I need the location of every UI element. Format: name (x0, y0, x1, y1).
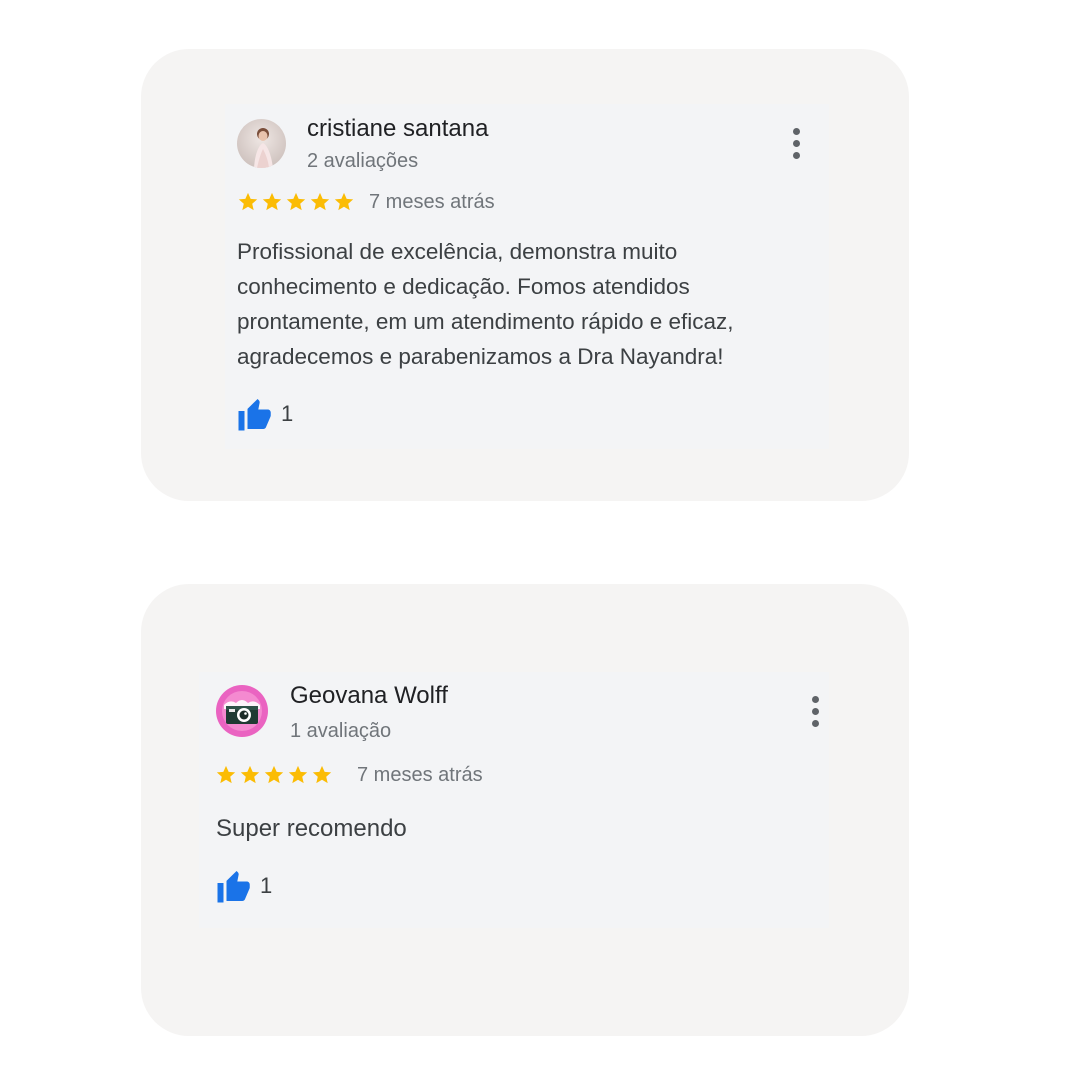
like-button[interactable]: 1 (237, 397, 293, 431)
star-icon (286, 192, 306, 211)
like-count: 1 (260, 873, 273, 898)
review-card: cristiane santana 2 avaliações 7 meses a… (141, 49, 909, 501)
star-icon (216, 765, 236, 784)
more-options-icon[interactable] (786, 126, 806, 162)
review-item: Geovana Wolff 1 avaliação 7 meses atrás … (199, 672, 829, 928)
review-item: cristiane santana 2 avaliações 7 meses a… (225, 104, 829, 449)
author-name[interactable]: Geovana Wolff (290, 682, 448, 710)
author-name[interactable]: cristiane santana (307, 115, 488, 143)
avatar[interactable] (237, 119, 286, 168)
star-icon (238, 192, 258, 211)
more-options-icon[interactable] (805, 696, 825, 732)
star-icon (262, 192, 282, 211)
user-photo-icon (237, 119, 286, 168)
star-icon (288, 765, 308, 784)
thumbs-up-icon (238, 399, 271, 431)
camera-icon (216, 685, 268, 737)
thumbs-up-icon (217, 871, 250, 903)
review-count[interactable]: 2 avaliações (307, 150, 418, 173)
star-icon (310, 192, 330, 211)
review-text: Profissional de excelência, demonstra mu… (237, 239, 734, 369)
review-card: Geovana Wolff 1 avaliação 7 meses atrás … (141, 584, 909, 1036)
like-count: 1 (281, 401, 294, 426)
review-count[interactable]: 1 avaliação (290, 720, 391, 743)
rating-stars (237, 191, 355, 213)
star-icon (334, 192, 354, 211)
avatar[interactable] (216, 685, 268, 737)
star-icon (312, 765, 332, 784)
review-text: Super recomendo (216, 815, 407, 842)
like-button[interactable]: 1 (216, 869, 272, 903)
star-icon (264, 765, 284, 784)
review-date: 7 meses atrás (369, 191, 495, 213)
rating-stars (215, 764, 333, 786)
review-date: 7 meses atrás (357, 764, 483, 786)
star-icon (240, 765, 260, 784)
